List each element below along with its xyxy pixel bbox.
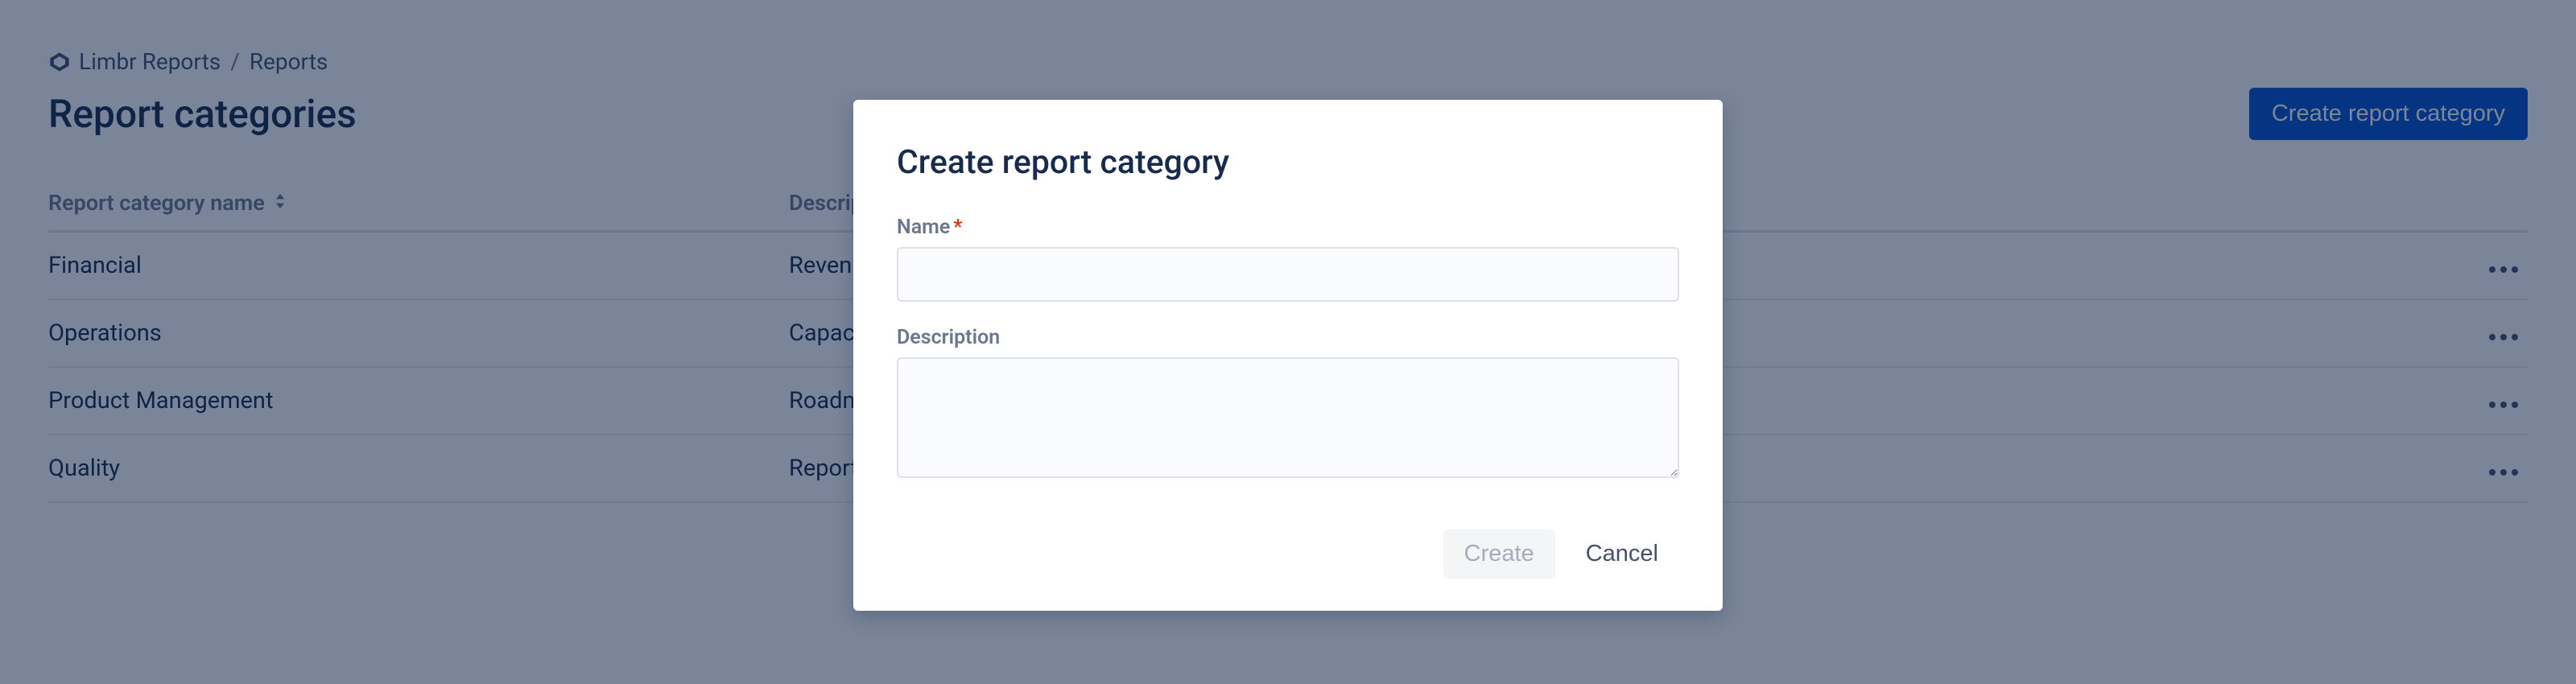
description-input[interactable] xyxy=(897,357,1679,478)
dialog-title: Create report category xyxy=(897,143,1679,182)
modal-overlay[interactable]: Create report category Name* Description… xyxy=(0,0,2576,684)
description-label: Description xyxy=(897,326,1679,349)
create-button[interactable]: Create xyxy=(1443,529,1555,579)
name-label: Name* xyxy=(897,216,1679,239)
description-field: Description xyxy=(897,326,1679,481)
required-mark: * xyxy=(953,216,962,239)
create-category-dialog: Create report category Name* Description… xyxy=(853,100,1723,611)
dialog-footer: Create Cancel xyxy=(897,529,1679,579)
name-input[interactable] xyxy=(897,247,1679,302)
cancel-button[interactable]: Cancel xyxy=(1565,529,1679,579)
name-field: Name* xyxy=(897,216,1679,302)
